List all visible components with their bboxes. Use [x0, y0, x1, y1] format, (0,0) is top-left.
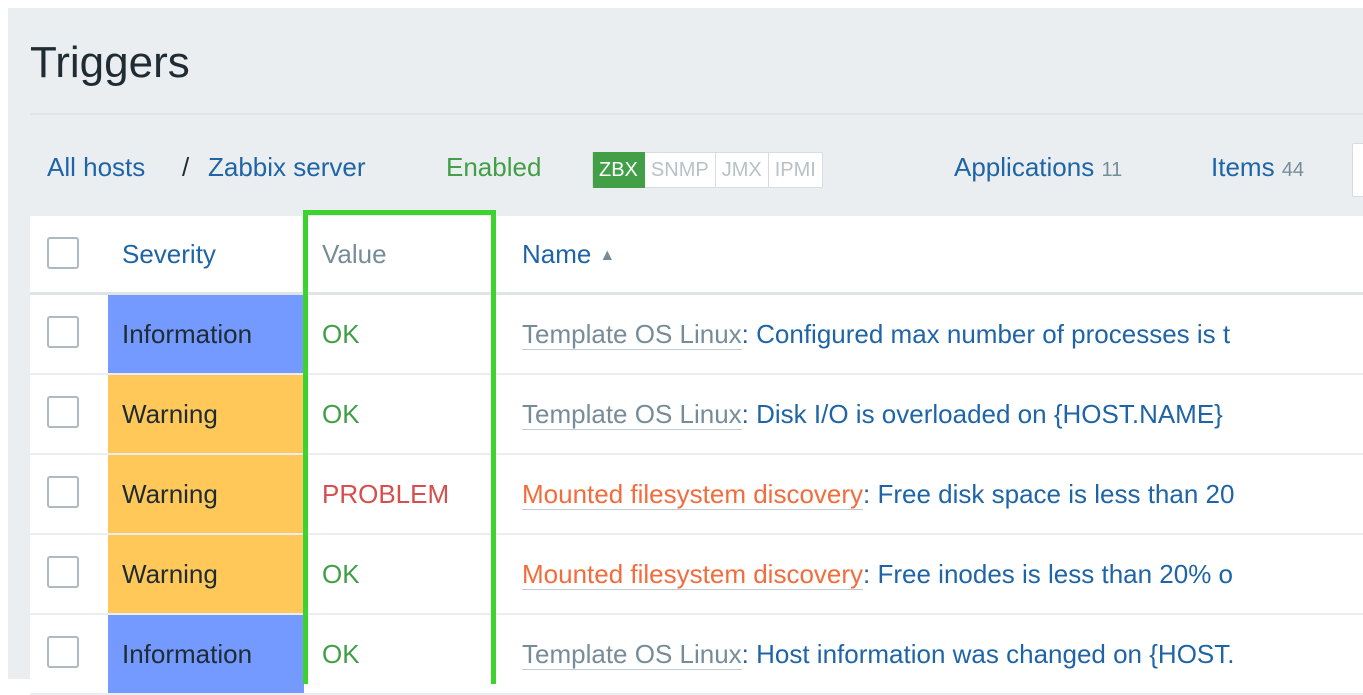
applications-label: Applications	[954, 152, 1095, 182]
value-cell: OK	[322, 319, 360, 349]
name-cell: Template OS Linux: Host information was …	[522, 639, 1235, 670]
value-cell: OK	[322, 399, 360, 429]
name-cell: Mounted filesystem discovery: Free inode…	[522, 559, 1234, 590]
breadcrumb-separator: /	[182, 152, 190, 182]
zbx-badge: ZBX	[592, 152, 645, 188]
value-cell: OK	[322, 559, 360, 589]
value-column-header: Value	[322, 239, 387, 269]
trigger-link[interactable]: Free inodes is less than 20% o	[877, 559, 1233, 589]
table-row: Information OK Template OS Linux: Config…	[30, 295, 1363, 375]
trigger-link[interactable]: Host information was changed on {HOST.	[756, 639, 1234, 669]
template-link[interactable]: Template OS Linux	[522, 319, 742, 350]
severity-cell: Warning	[108, 535, 304, 613]
severity-cell: Warning	[108, 375, 304, 453]
host-status-link[interactable]: Enabled	[446, 152, 541, 183]
items-count: 44	[1281, 159, 1305, 181]
row-checkbox[interactable]	[47, 556, 79, 588]
sort-ascending-icon: ▲	[599, 247, 616, 264]
header-divider	[30, 113, 1363, 115]
severity-cell: Warning	[108, 455, 304, 533]
table-row: Information OK Template OS Linux: Host i…	[30, 615, 1363, 695]
template-link[interactable]: Template OS Linux	[522, 639, 742, 670]
discovery-rule-link[interactable]: Mounted filesystem discovery	[522, 559, 864, 590]
trigger-link[interactable]: Disk I/O is overloaded on {HOST.NAME}	[756, 399, 1223, 429]
snmp-badge: SNMP	[644, 152, 716, 188]
name-column-header[interactable]: Name ▲	[522, 216, 615, 294]
trigger-link[interactable]: Free disk space is less than 20	[877, 479, 1234, 509]
availability-badges: ZBX SNMP JMX IPMI	[592, 152, 823, 188]
triggers-table: Severity Value Name ▲ Information OK Temp…	[30, 216, 1363, 695]
row-checkbox[interactable]	[47, 396, 79, 428]
host-link[interactable]: Zabbix server	[208, 152, 366, 183]
items-label: Items	[1211, 152, 1275, 182]
table-row: Warning OK Mounted filesystem discovery:…	[30, 535, 1363, 615]
select-all-checkbox[interactable]	[47, 237, 79, 269]
items-link[interactable]: Items 44	[1211, 152, 1304, 183]
template-link[interactable]: Template OS Linux	[522, 399, 742, 430]
filter-box[interactable]	[1352, 143, 1363, 197]
all-hosts-link[interactable]: All hosts	[47, 152, 145, 183]
name-cell: Mounted filesystem discovery: Free disk …	[522, 479, 1235, 510]
row-checkbox[interactable]	[47, 636, 79, 668]
top-strip	[0, 0, 1363, 8]
row-checkbox[interactable]	[47, 476, 79, 508]
applications-link[interactable]: Applications 11	[954, 152, 1122, 183]
jmx-badge: JMX	[715, 152, 769, 188]
severity-column-header[interactable]: Severity	[122, 216, 216, 292]
table-header: Severity Value Name ▲	[30, 216, 1363, 295]
name-cell: Template OS Linux: Disk I/O is overloade…	[522, 399, 1223, 430]
applications-count: 11	[1101, 159, 1123, 181]
page-title: Triggers	[30, 38, 190, 87]
row-checkbox[interactable]	[47, 316, 79, 348]
name-header-label: Name	[522, 239, 592, 269]
name-cell: Template OS Linux: Configured max number…	[522, 319, 1231, 350]
table-row: Warning PROBLEM Mounted filesystem disco…	[30, 455, 1363, 535]
value-cell: OK	[322, 639, 360, 669]
severity-cell: Information	[108, 615, 304, 693]
value-cell: PROBLEM	[322, 479, 450, 509]
table-row: Warning OK Template OS Linux: Disk I/O i…	[30, 375, 1363, 455]
severity-cell: Information	[108, 295, 304, 373]
left-strip	[0, 0, 8, 679]
ipmi-badge: IPMI	[768, 152, 823, 188]
trigger-link[interactable]: Configured max number of processes is t	[756, 319, 1230, 349]
discovery-rule-link[interactable]: Mounted filesystem discovery	[522, 479, 864, 510]
